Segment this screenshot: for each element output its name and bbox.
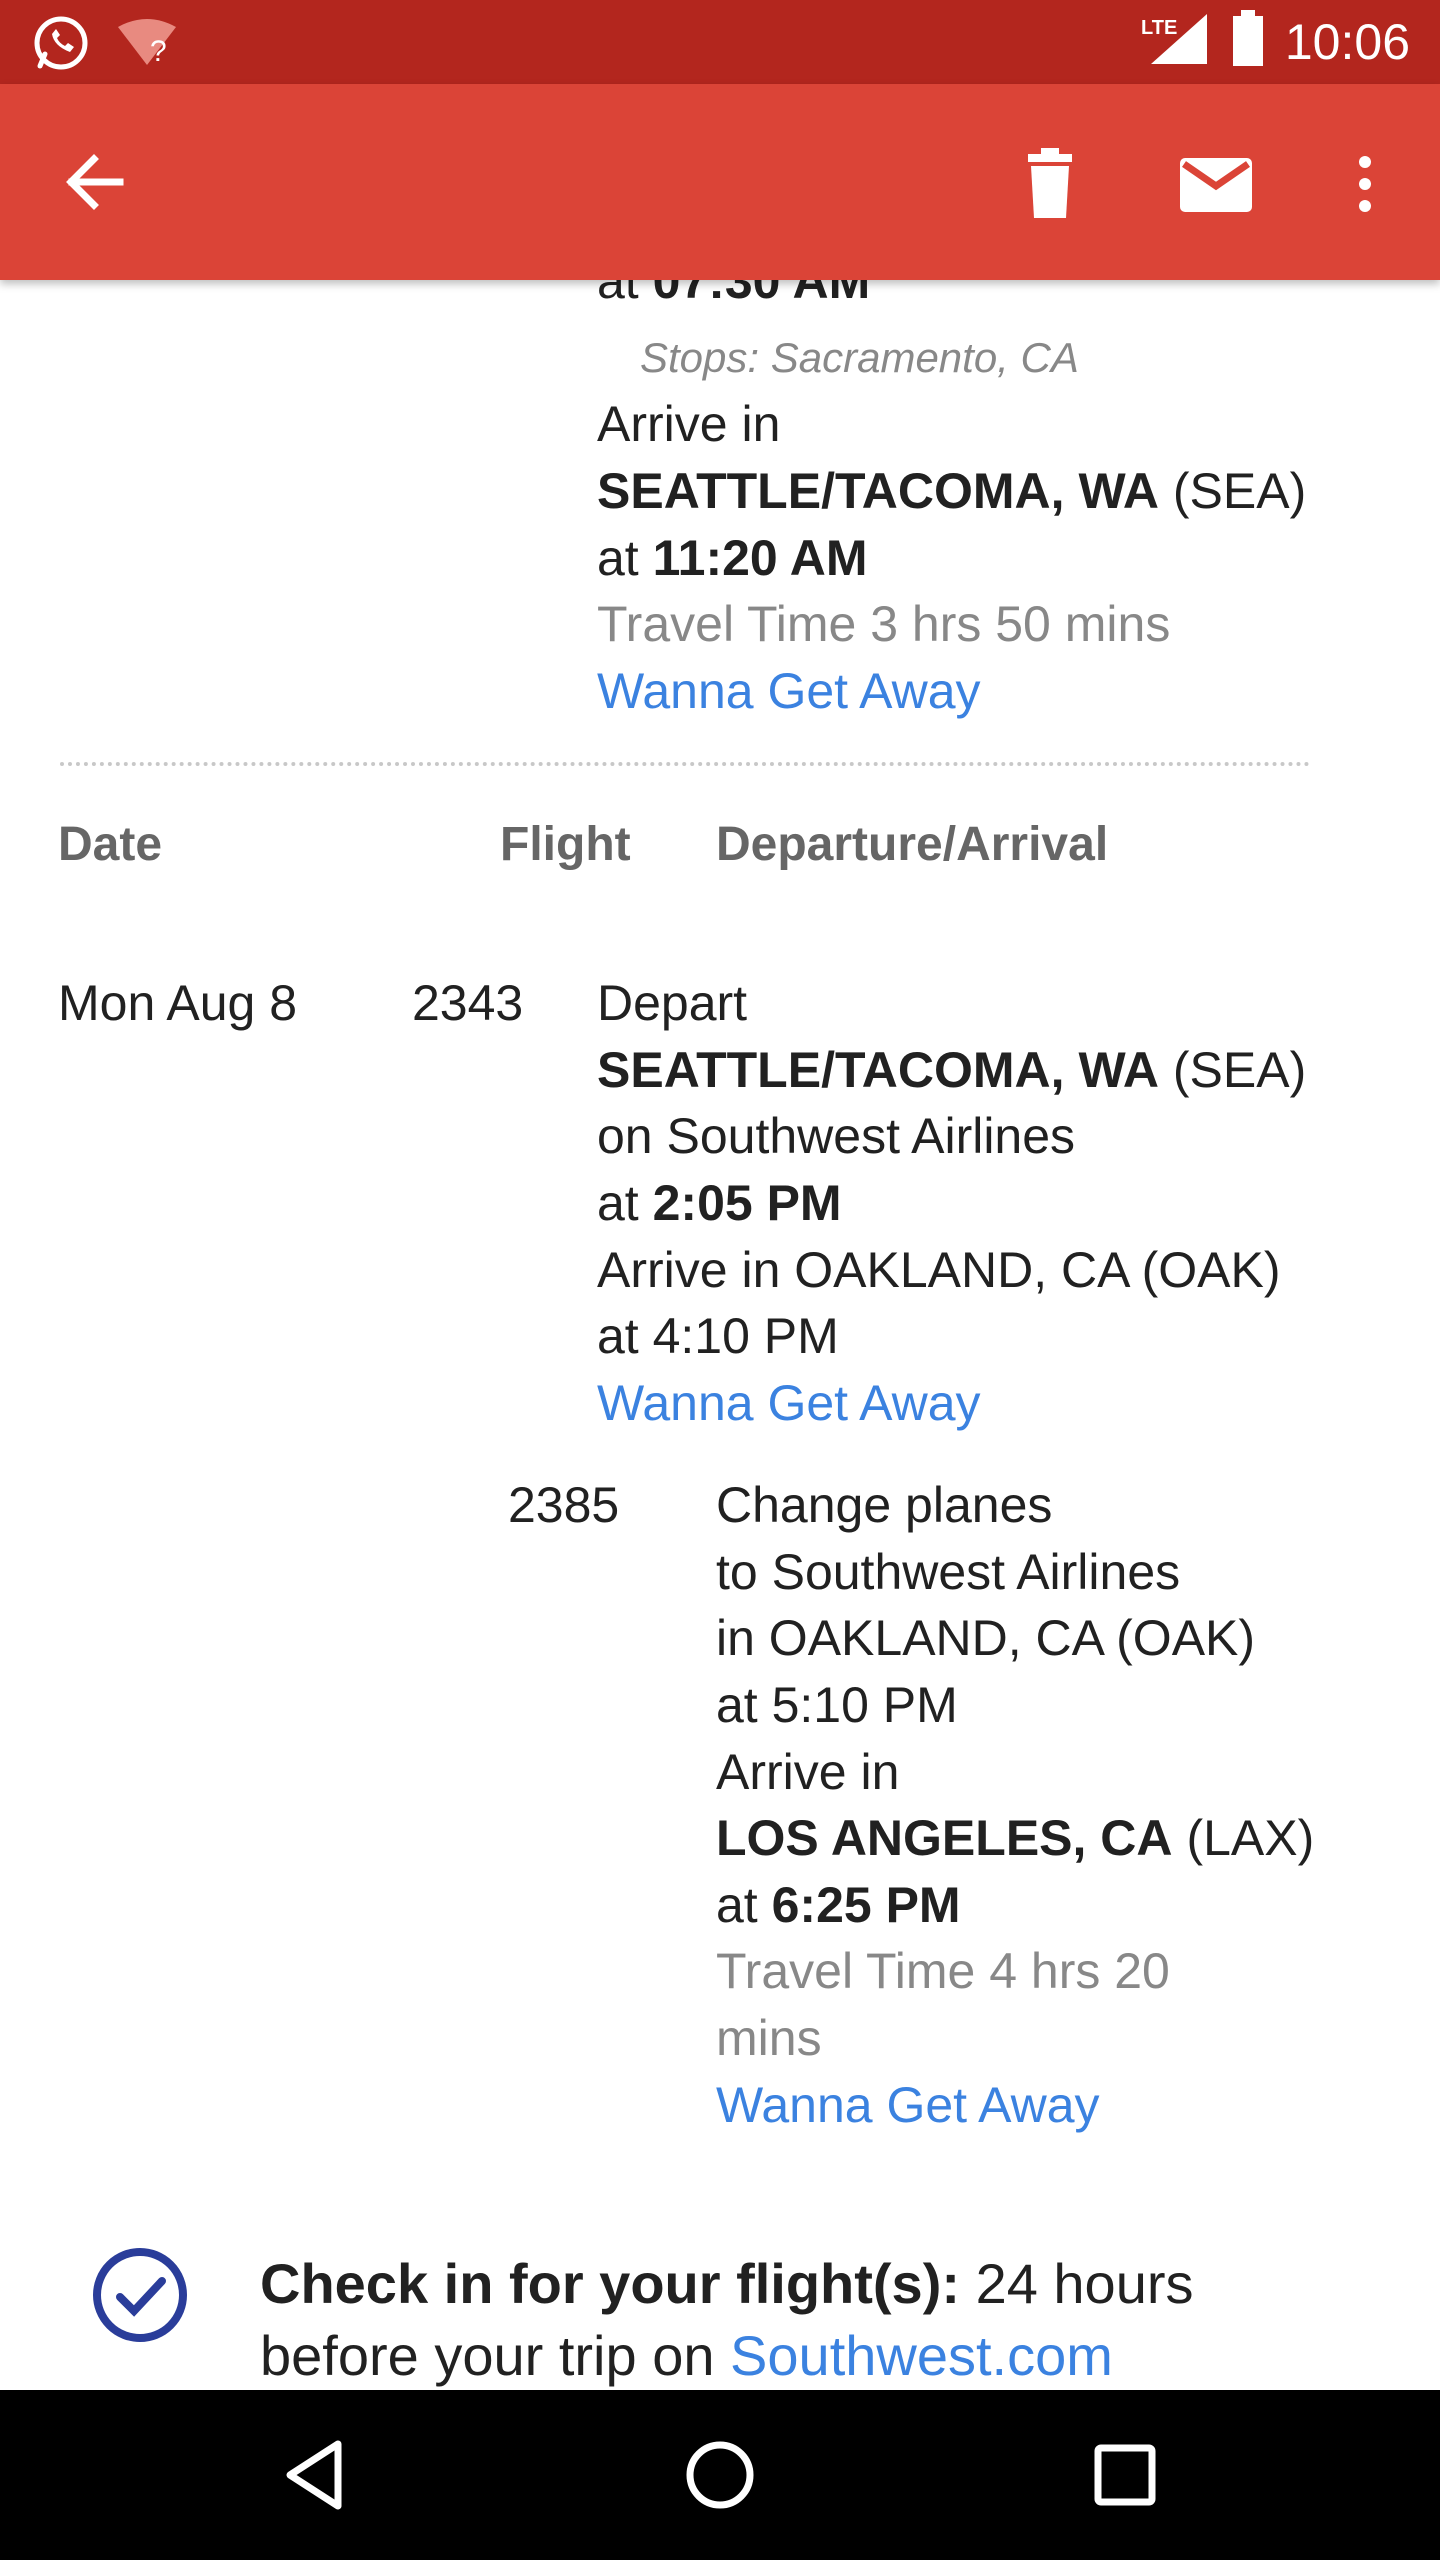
leg2-depart-city-line: SEATTLE/TACOMA, WA (SEA) [597,1037,1306,1103]
mail-icon[interactable] [1176,146,1256,226]
system-nav-bar [0,2390,1440,2560]
back-nav-icon[interactable] [270,2430,360,2520]
leg1-fare-link[interactable]: Wanna Get Away [597,658,981,724]
leg1-arrive-time-line: at 11:20 AM [597,525,868,591]
leg2-depart-code: (SEA) [1172,1042,1307,1098]
leg3-change-label: Change planes [716,1477,1053,1533]
checkin-line2-text: before your trip on [260,2324,715,2387]
leg1-travel-time: Travel Time 3 hrs 50 mins [597,596,1171,652]
svg-text:LTE: LTE [1141,17,1177,39]
home-nav-icon[interactable] [675,2430,765,2520]
leg3-arrive-city-line: LOS ANGELES, CA (LAX) [716,1805,1314,1871]
leg2-flight-number: 2343 [412,975,524,1031]
header-flight: Flight [500,818,631,871]
at-label: at [716,1877,758,1933]
battery-icon [1231,10,1265,73]
leg1-arrive-label: Arrive in [597,396,781,452]
leg2-date: Mon Aug 8 [58,975,298,1031]
status-bar: ? LTE 10:06 [0,0,1440,84]
at-label: at [597,1175,639,1231]
leg3-arrive-city: LOS ANGELES, CA [716,1810,1173,1866]
check-circle-icon [90,2245,190,2345]
leg3-change-city: in OAKLAND, CA (OAK) [716,1610,1256,1666]
leg2-depart-time: 2:05 PM [652,1175,842,1231]
svg-text:?: ? [150,35,167,68]
leg2-arrive-time: at 4:10 PM [597,1308,839,1364]
leg2-depart-label: Depart [597,975,748,1031]
leg3-carrier: to Southwest Airlines [716,1544,1181,1600]
header-date: Date [58,818,163,871]
leg1-arrive-city: SEATTLE/TACOMA, WA [597,463,1159,519]
leg1-depart-time: 07:30 AM [652,280,871,309]
leg3-arrive-time: 6:25 PM [771,1877,961,1933]
leg2-depart-city: SEATTLE/TACOMA, WA [597,1042,1159,1098]
leg1-arrive-code: (SEA) [1172,463,1307,519]
back-arrow-icon[interactable] [56,142,136,222]
leg2-depart-time-line: at 2:05 PM [597,1170,842,1236]
leg3-fare-link[interactable]: Wanna Get Away [716,2072,1100,2138]
leg1-depart-time-line: at 07:30 AM [597,280,870,314]
clock: 10:06 [1284,13,1410,70]
leg3-arrive-label: Arrive in [716,1744,900,1800]
lte-signal-icon: LTE [1141,12,1211,71]
recents-nav-icon[interactable] [1080,2430,1170,2520]
leg3-travel-time-line1: Travel Time 4 hrs 20 [716,1943,1170,1999]
leg2-fare-link[interactable]: Wanna Get Away [597,1370,981,1436]
leg3-travel-time-line2: mins [716,2010,822,2066]
divider [60,762,1310,766]
leg2-carrier: on Southwest Airlines [597,1108,1076,1164]
email-body: at 07:30 AM Stops: Sacramento, CA Arrive… [0,280,1440,2390]
checkin-rest: 24 hours [975,2252,1194,2315]
more-vert-icon[interactable] [1340,144,1390,224]
leg3-change-time: at 5:10 PM [716,1677,958,1733]
app-toolbar [0,84,1440,280]
checkin-line1: Check in for your flight(s): 24 hours [260,2248,1194,2320]
trash-icon[interactable] [1010,144,1090,224]
leg1-arrive-city-line: SEATTLE/TACOMA, WA (SEA) [597,458,1306,524]
leg3-arrive-time-line: at 6:25 PM [716,1872,961,1938]
whatsapp-icon [32,14,90,77]
at-label: at [597,530,639,586]
leg1-arrive-time: 11:20 AM [652,530,868,586]
header-departure-arrival: Departure/Arrival [716,818,1109,871]
wifi-unknown-icon: ? [116,17,178,74]
leg1-stops: Stops: Sacramento, CA [640,334,1079,381]
leg3-flight-number: 2385 [508,1477,620,1533]
checkin-bold: Check in for your flight(s): [260,2252,960,2315]
leg3-arrive-code: (LAX) [1186,1810,1315,1866]
southwest-link[interactable]: Southwest.com [730,2324,1113,2387]
at-label: at [597,280,639,309]
checkin-line2: before your trip on Southwest.com [260,2320,1113,2390]
leg2-arrive: Arrive in OAKLAND, CA (OAK) [597,1242,1281,1298]
